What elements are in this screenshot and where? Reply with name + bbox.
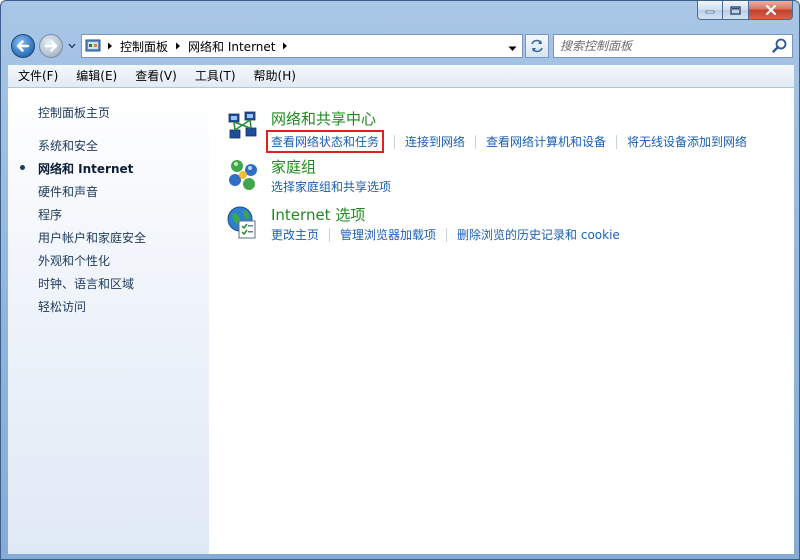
link-separator (329, 227, 331, 242)
minimize-button[interactable] (697, 1, 723, 20)
menu-file[interactable]: 文件(F) (8, 65, 66, 87)
content-pane: 网络和共享中心 查看网络状态和任务 连接到网络 查看网络计算机和设备 将无线设备… (209, 88, 794, 554)
link-change-homepage[interactable]: 更改主页 (271, 226, 319, 243)
link-manage-addons[interactable]: 管理浏览器加载项 (340, 226, 436, 243)
category-task-links: 更改主页 管理浏览器加载项 删除浏览的历史记录和 cookie (271, 226, 620, 243)
breadcrumb-control-panel[interactable]: 控制面板 (117, 38, 171, 55)
search-input[interactable] (554, 36, 771, 56)
back-button[interactable] (11, 34, 35, 58)
sidebar-item-ease-of-access[interactable]: 轻松访问 (38, 298, 86, 315)
menu-tools[interactable]: 工具(T) (185, 65, 244, 87)
homegroup-icon (229, 160, 257, 190)
sidebar-item-clock-language[interactable]: 时钟、语言和区域 (38, 275, 134, 292)
link-view-network-status[interactable]: 查看网络状态和任务 (271, 135, 379, 149)
category-title[interactable]: Internet 选项 (271, 204, 365, 225)
maximize-icon (730, 5, 741, 15)
chevron-right-icon (283, 42, 288, 50)
category-title[interactable]: 家庭组 (271, 156, 316, 177)
category-task-links: 查看网络状态和任务 连接到网络 查看网络计算机和设备 将无线设备添加到网络 (266, 130, 747, 153)
menu-bar: 文件(F) 编辑(E) 查看(V) 工具(T) 帮助(H) (8, 65, 794, 88)
active-bullet (20, 165, 25, 170)
caption-buttons (697, 1, 793, 21)
category-title[interactable]: 网络和共享中心 (271, 108, 376, 129)
network-sharing-icon (228, 111, 257, 139)
arrow-left-icon (16, 40, 30, 52)
navigation-pane: 控制面板主页 系统和安全 网络和 Internet 硬件和声音 程序 用户帐户和… (8, 88, 209, 554)
breadcrumb-separator[interactable] (171, 42, 185, 50)
highlight-box: 查看网络状态和任务 (266, 130, 385, 153)
breadcrumb-network-internet[interactable]: 网络和 Internet (185, 38, 278, 55)
link-separator (616, 134, 618, 149)
link-homegroup-sharing[interactable]: 选择家庭组和共享选项 (271, 178, 391, 195)
sidebar-item-appearance[interactable]: 外观和个性化 (38, 252, 110, 269)
arrow-right-icon (44, 40, 58, 52)
close-icon (765, 5, 776, 15)
maximize-button[interactable] (723, 1, 749, 20)
sidebar-item-system-security[interactable]: 系统和安全 (38, 137, 98, 154)
close-button[interactable] (749, 1, 793, 20)
link-view-network-computers[interactable]: 查看网络计算机和设备 (486, 133, 606, 150)
breadcrumb-separator[interactable] (278, 42, 292, 50)
link-add-wireless-device[interactable]: 将无线设备添加到网络 (627, 133, 747, 150)
internet-options-icon (227, 206, 256, 239)
search-box[interactable] (553, 34, 793, 58)
link-delete-history[interactable]: 删除浏览的历史记录和 cookie (457, 226, 620, 243)
category-task-links: 选择家庭组和共享选项 (271, 178, 391, 195)
link-separator (475, 134, 477, 149)
control-panel-icon (85, 39, 101, 52)
forward-button[interactable] (39, 34, 63, 58)
link-separator (394, 134, 396, 149)
sidebar-link-home[interactable]: 控制面板主页 (38, 104, 110, 121)
address-dropdown[interactable] (508, 41, 518, 51)
address-bar[interactable]: 控制面板 网络和 Internet (81, 34, 523, 58)
menu-help[interactable]: 帮助(H) (244, 65, 304, 87)
search-icon[interactable] (771, 37, 789, 55)
link-separator (446, 227, 448, 242)
minimize-icon (705, 10, 715, 14)
chevron-down-icon (68, 43, 76, 49)
link-connect-to-network[interactable]: 连接到网络 (405, 133, 465, 150)
control-panel-window: 控制面板 网络和 Internet 搜索控制面板 文件(F) 编辑(E) 查看(… (0, 0, 800, 560)
navigation-bar: 控制面板 网络和 Internet (9, 31, 793, 61)
menu-edit[interactable]: 编辑(E) (66, 65, 125, 87)
sidebar-item-user-accounts[interactable]: 用户帐户和家庭安全 (38, 229, 146, 246)
menu-view[interactable]: 查看(V) (125, 65, 185, 87)
sidebar-item-programs[interactable]: 程序 (38, 206, 62, 223)
refresh-icon (531, 39, 543, 53)
chevron-right-icon (176, 42, 181, 50)
chevron-right-icon (108, 42, 112, 50)
sidebar-item-network-internet[interactable]: 网络和 Internet (38, 160, 133, 177)
chevron-down-icon (508, 46, 517, 51)
sidebar-item-hardware-sound[interactable]: 硬件和声音 (38, 183, 98, 200)
recent-pages-dropdown[interactable] (67, 41, 77, 51)
breadcrumb-separator[interactable] (103, 42, 117, 50)
refresh-button[interactable] (525, 34, 549, 58)
